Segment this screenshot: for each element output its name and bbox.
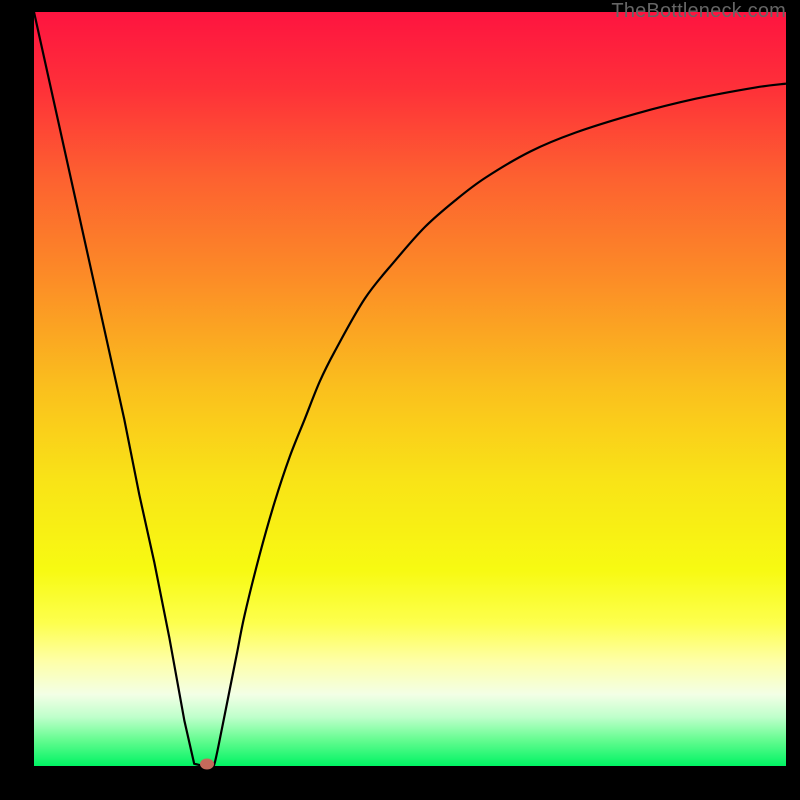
- plot-area: [34, 12, 786, 766]
- optimal-marker: [200, 758, 214, 769]
- watermark-text: TheBottleneck.com: [611, 0, 786, 23]
- chart-frame: TheBottleneck.com: [0, 0, 800, 800]
- bottleneck-curve: [34, 12, 786, 767]
- curve-svg: [34, 12, 786, 766]
